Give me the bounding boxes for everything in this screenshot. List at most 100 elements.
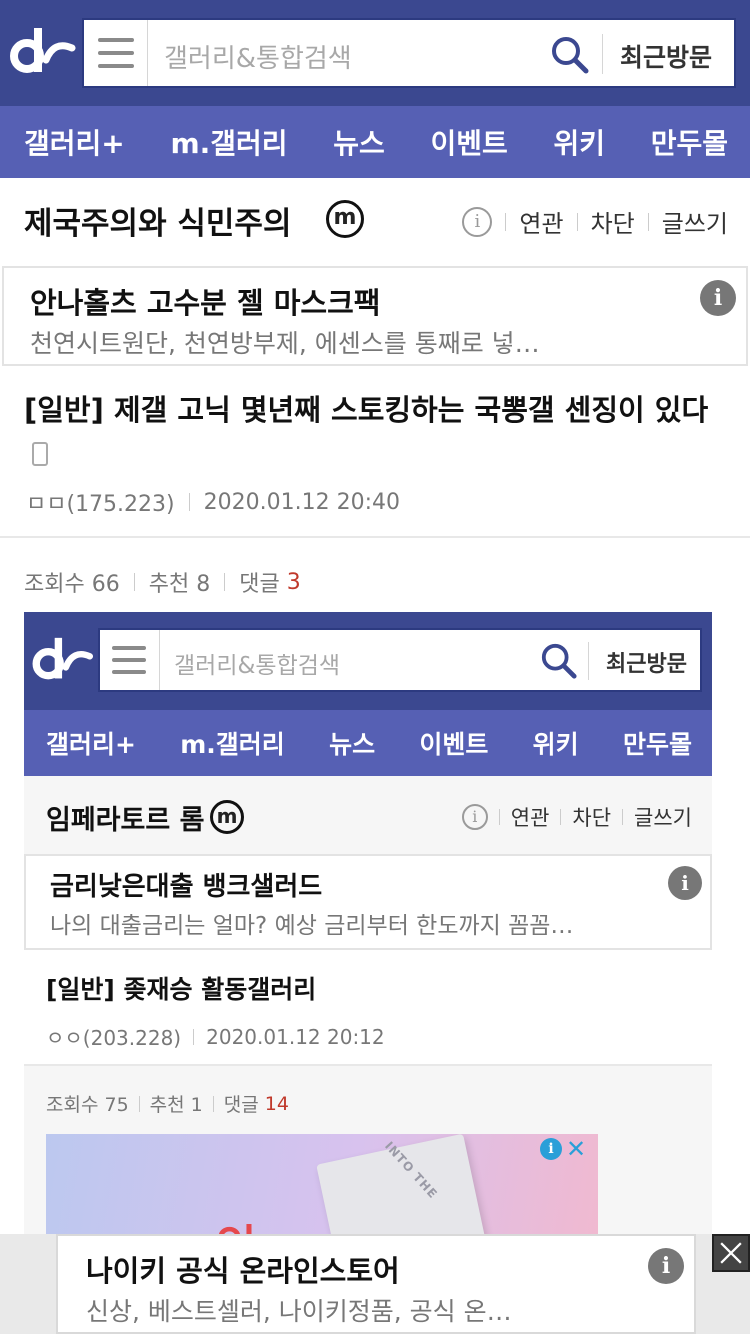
embedded-tool: 글쓰기 xyxy=(634,806,692,830)
divider xyxy=(505,212,507,231)
write-button[interactable]: 글쓰기 xyxy=(662,204,728,239)
embedded-header: 갤러리&통합검색 최근방문 xyxy=(24,612,712,710)
view-count: 조회수 66 xyxy=(24,572,120,597)
info-icon: i xyxy=(461,804,488,830)
embedded-post-title: [일반] 좆재승 활동갤러리 xyxy=(46,975,317,1004)
divider xyxy=(133,573,135,591)
nav-wiki[interactable]: 위키 xyxy=(553,122,605,162)
post-author[interactable]: ㅁㅁ(175.223) xyxy=(26,486,175,518)
embedded-comment-label: 댓글 xyxy=(223,1094,259,1116)
block-button[interactable]: 차단 xyxy=(591,204,635,239)
embedded-nav-item: 갤러리+ xyxy=(46,730,136,759)
post-meta: ㅁㅁ(175.223) 2020.01.12 20:40 xyxy=(26,486,400,518)
search-icon xyxy=(541,643,577,679)
bottom-ad-card[interactable]: 나이키 공식 온라인스토어 신상, 베스트셀러, 나이키정품, 공식 온… i xyxy=(56,1234,696,1334)
ad-description[interactable]: 신상, 베스트셀러, 나이키정품, 공식 온… xyxy=(86,1292,512,1328)
book-text: INTO THE xyxy=(382,1138,441,1202)
gallery-tools: i 연관 차단 글쓰기 xyxy=(462,204,728,239)
ad-info-icon[interactable]: i xyxy=(700,280,736,316)
divider xyxy=(560,809,562,825)
embedded-post-stats: 조회수 75 추천 1 댓글 14 xyxy=(46,1090,289,1117)
embedded-nav-item: 만두몰 xyxy=(622,730,692,759)
ad-title[interactable]: 안나홀츠 고수분 젤 마스크팩 xyxy=(30,280,380,322)
comment-count[interactable]: 3 xyxy=(287,570,301,595)
dc-logo-icon xyxy=(32,637,93,680)
top-header: 갤러리&통합검색 최근방문 xyxy=(0,0,750,106)
divider xyxy=(576,212,578,231)
divider xyxy=(224,573,226,591)
post-date: 2020.01.12 20:40 xyxy=(203,489,400,515)
hamburger-menu-icon xyxy=(100,630,160,690)
search-bar: 갤러리&통합검색 최근방문 xyxy=(82,18,736,88)
main-nav: 갤러리+ m.갤러리 뉴스 이벤트 위키 만두몰 xyxy=(0,106,750,178)
embedded-nav-item: 뉴스 xyxy=(329,730,376,759)
embedded-nav-item: m.갤러리 xyxy=(180,730,285,759)
post-title: [일반] 제갤 고닉 몇년째 스토킹하는 국뽕갤 센징이 있다 xyxy=(24,388,724,476)
nav-mandumall[interactable]: 만두몰 xyxy=(651,122,728,162)
embedded-view-count: 조회수 75 xyxy=(46,1094,129,1116)
recent-visit-button[interactable]: 최근방문 xyxy=(620,38,712,74)
hamburger-menu-icon[interactable] xyxy=(84,20,148,86)
embedded-nav-item: 이벤트 xyxy=(419,730,489,759)
minor-gallery-badge: m xyxy=(326,200,364,238)
search-icon[interactable] xyxy=(550,35,590,75)
mobile-icon xyxy=(32,442,48,466)
embedded-post-meta: ㅇㅇ(203.228) 2020.01.12 20:12 xyxy=(46,1022,385,1051)
close-icon[interactable] xyxy=(712,1234,750,1272)
embedded-recommend-count: 추천 1 xyxy=(149,1094,203,1116)
search-divider xyxy=(602,34,603,74)
ad-description[interactable]: 천연시트원단, 천연방부제, 에센스를 통째로 넣… xyxy=(30,324,540,360)
post-image-screenshot: 갤러리&통합검색 최근방문 갤러리+ m.갤러리 뉴스 이벤트 위키 만두몰 임… xyxy=(24,612,712,1234)
nav-m-gallery[interactable]: m.갤러리 xyxy=(170,122,287,162)
embedded-minor-badge: m xyxy=(210,800,244,834)
divider xyxy=(0,536,750,538)
divider xyxy=(138,1095,140,1112)
gallery-title[interactable]: 제국주의와 식민주의 xyxy=(24,198,291,243)
ad-info-icon: i xyxy=(668,866,702,900)
embedded-post: [일반] 좆재승 활동갤러리 ㅇㅇ(203.228) 2020.01.12 20… xyxy=(24,950,712,1064)
post-stats: 조회수 66 추천 8 댓글 3 xyxy=(24,566,301,598)
divider xyxy=(498,809,500,825)
divider xyxy=(647,212,649,231)
embedded-ad-image: INTO THE 인 xyxy=(46,1134,598,1234)
embedded-recent-label: 최근방문 xyxy=(606,652,687,677)
adchoices-info-icon: i xyxy=(540,1138,562,1160)
divider xyxy=(212,1095,214,1112)
embedded-gallery-tools: i 연관 차단 글쓰기 xyxy=(461,802,692,832)
divider xyxy=(24,1064,712,1066)
nav-news[interactable]: 뉴스 xyxy=(333,122,385,162)
nav-event[interactable]: 이벤트 xyxy=(430,122,507,162)
embedded-post-author: ㅇㅇ(203.228) xyxy=(46,1026,182,1050)
adchoices-close-icon: ✕ xyxy=(566,1135,587,1163)
book-graphic: INTO THE xyxy=(316,1134,486,1234)
nav-gallery-plus[interactable]: 갤러리+ xyxy=(24,122,125,162)
embedded-nav: 갤러리+ m.갤러리 뉴스 이벤트 위키 만두몰 xyxy=(24,710,712,776)
embedded-nav-item: 위키 xyxy=(532,730,579,759)
divider xyxy=(193,1028,195,1045)
related-button[interactable]: 연관 xyxy=(519,204,563,239)
embedded-comment-count: 14 xyxy=(264,1092,289,1115)
divider xyxy=(622,809,624,825)
post-title-text: [일반] 제갤 고닉 몇년째 스토킹하는 국뽕갤 센징이 있다 xyxy=(24,393,709,427)
info-icon[interactable]: i xyxy=(462,206,493,237)
embedded-tool: 차단 xyxy=(572,806,612,830)
ad-banner-top[interactable]: 안나홀츠 고수분 젤 마스크팩 천연시트원단, 천연방부제, 에센스를 통째로 … xyxy=(2,266,748,366)
dc-logo-icon[interactable] xyxy=(10,26,76,78)
ad-info-icon[interactable]: i xyxy=(648,1248,684,1284)
embedded-ad: 금리낮은대출 뱅크샐러드 나의 대출금리는 얼마? 예상 금리부터 한도까지 꼼… xyxy=(24,854,712,950)
ad-banner-bottom: 나이키 공식 온라인스토어 신상, 베스트셀러, 나이키정품, 공식 온… i xyxy=(0,1234,750,1334)
search-divider xyxy=(588,642,589,680)
embedded-ad-title: 금리낮은대출 뱅크샐러드 xyxy=(50,872,323,902)
divider xyxy=(188,493,190,511)
recommend-count: 추천 8 xyxy=(148,572,211,597)
embedded-tool: 연관 xyxy=(510,806,550,830)
embedded-gallery-title: 임페라토르 롬 xyxy=(46,805,205,836)
adchoices-mark: i ✕ xyxy=(540,1135,587,1163)
comment-label[interactable]: 댓글 xyxy=(239,566,279,598)
embedded-search-bar: 갤러리&통합검색 최근방문 xyxy=(98,628,702,692)
embedded-ad-description: 나의 대출금리는 얼마? 예상 금리부터 한도까지 꼼꼼… xyxy=(50,913,574,939)
ad-title[interactable]: 나이키 공식 온라인스토어 xyxy=(86,1248,400,1290)
embedded-ad-image-text: 인 xyxy=(216,1210,256,1234)
embedded-post-date: 2020.01.12 20:12 xyxy=(206,1024,385,1049)
search-input[interactable]: 갤러리&통합검색 xyxy=(164,38,352,75)
